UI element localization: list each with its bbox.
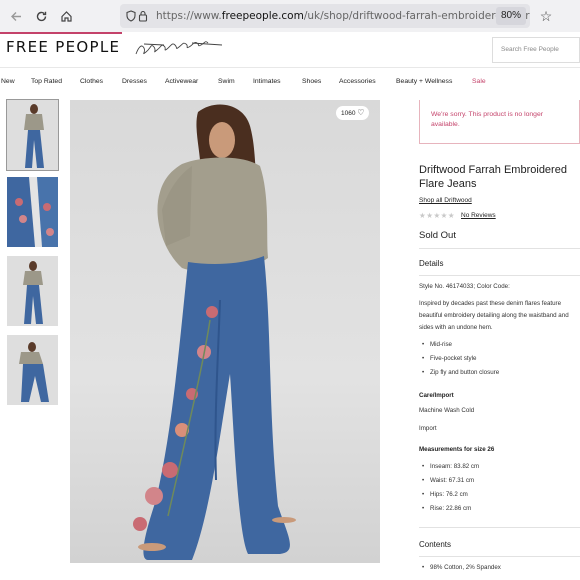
import-label: Import (419, 425, 437, 432)
feature-item: Five-pocket style (422, 355, 476, 362)
thumbnail-image (7, 177, 58, 247)
back-arrow-icon[interactable] (3, 0, 29, 32)
thumbnail-4[interactable] (7, 335, 58, 405)
nav-item-sale[interactable]: Sale (472, 78, 486, 85)
divider (419, 527, 580, 528)
thumbnail-1[interactable] (6, 99, 59, 171)
measurement-item: Rise: 22.86 cm (422, 505, 471, 512)
thumbnail-image (7, 256, 58, 326)
nav-item-swim[interactable]: Swim (218, 78, 235, 85)
url-text: https://www.freepeople.com/uk/shop/drift… (156, 10, 530, 22)
reload-icon[interactable] (28, 0, 54, 32)
product-photo (133, 104, 296, 560)
url-domain: freepeople.com (221, 10, 304, 22)
care-instructions: Machine Wash Cold (419, 407, 475, 414)
details-heading[interactable]: Details (419, 259, 443, 268)
nav-item-top-rated[interactable]: Top Rated (31, 78, 62, 85)
divider (419, 248, 580, 249)
measurement-item: Waist: 67.31 cm (422, 477, 474, 484)
header-accent-bar (0, 32, 122, 34)
bookmark-star-icon[interactable]: ☆ (536, 6, 556, 26)
measurement-item: Hips: 76.2 cm (422, 491, 468, 498)
thumbnail-image (7, 335, 58, 405)
fp-movement-logo[interactable] (132, 38, 232, 62)
feature-item: Mid-rise (422, 341, 452, 348)
like-count: 1060 (341, 110, 356, 117)
divider (419, 275, 580, 276)
product-description: Inspired by decades past these denim fla… (419, 300, 569, 331)
heart-icon: ♡ (357, 108, 365, 117)
nav-item-shoes[interactable]: Shoes (302, 78, 321, 85)
home-icon[interactable] (53, 0, 79, 32)
shop-all-link[interactable]: Shop all Driftwood (419, 197, 472, 204)
care-heading: Care/Import (419, 392, 454, 399)
reviews-link[interactable]: No Reviews (461, 212, 496, 219)
divider (419, 556, 580, 557)
product-title: Driftwood Farrah Embroidered Flare Jeans (419, 164, 567, 190)
nav-item-dresses[interactable]: Dresses (122, 78, 147, 85)
stock-status: Sold Out (419, 230, 456, 241)
style-number: Style No. 46174033; Color Code: (419, 283, 510, 290)
rating-stars-icon: ★★★★★ (419, 211, 456, 220)
category-nav: New Top Rated Clothes Dresses Activewear… (0, 68, 580, 96)
contents-item: 98% Cotton, 2% Spandex (422, 564, 501, 571)
shield-icon[interactable] (126, 10, 136, 22)
contents-heading[interactable]: Contents (419, 540, 451, 549)
address-bar[interactable]: https://www.freepeople.com/uk/shop/drift… (120, 4, 530, 28)
search-input[interactable]: Search Free People (492, 37, 580, 63)
url-prefix: https://www. (156, 10, 222, 22)
measurement-item: Inseam: 83.82 cm (422, 463, 479, 470)
feature-item: Zip fly and button closure (422, 369, 499, 376)
zoom-level[interactable]: 80% (495, 7, 526, 25)
brand-logo[interactable]: FREE PEOPLE (6, 38, 120, 56)
thumbnail-image (7, 100, 58, 170)
like-badge[interactable]: 1060 ♡ (336, 106, 370, 120)
nav-item-new[interactable]: New (1, 78, 15, 85)
nav-item-clothes[interactable]: Clothes (80, 78, 103, 85)
unavailable-message: We're sorry. This product is no longer a… (431, 111, 543, 128)
nav-item-accessories[interactable]: Accessories (339, 78, 376, 85)
lock-icon[interactable] (138, 10, 148, 22)
nav-item-activewear[interactable]: Activewear (165, 78, 198, 85)
browser-toolbar: https://www.freepeople.com/uk/shop/drift… (0, 0, 580, 32)
measurements-heading: Measurements for size 26 (419, 446, 495, 453)
thumbnail-2[interactable] (7, 177, 58, 247)
product-main-image[interactable] (70, 100, 380, 563)
unavailable-alert: We're sorry. This product is no longer a… (419, 100, 580, 144)
nav-item-beauty-wellness[interactable]: Beauty + Wellness (396, 78, 452, 85)
thumbnail-3[interactable] (7, 256, 58, 326)
site-header: FREE PEOPLE Search Free People (0, 32, 580, 68)
nav-item-intimates[interactable]: Intimates (253, 78, 281, 85)
